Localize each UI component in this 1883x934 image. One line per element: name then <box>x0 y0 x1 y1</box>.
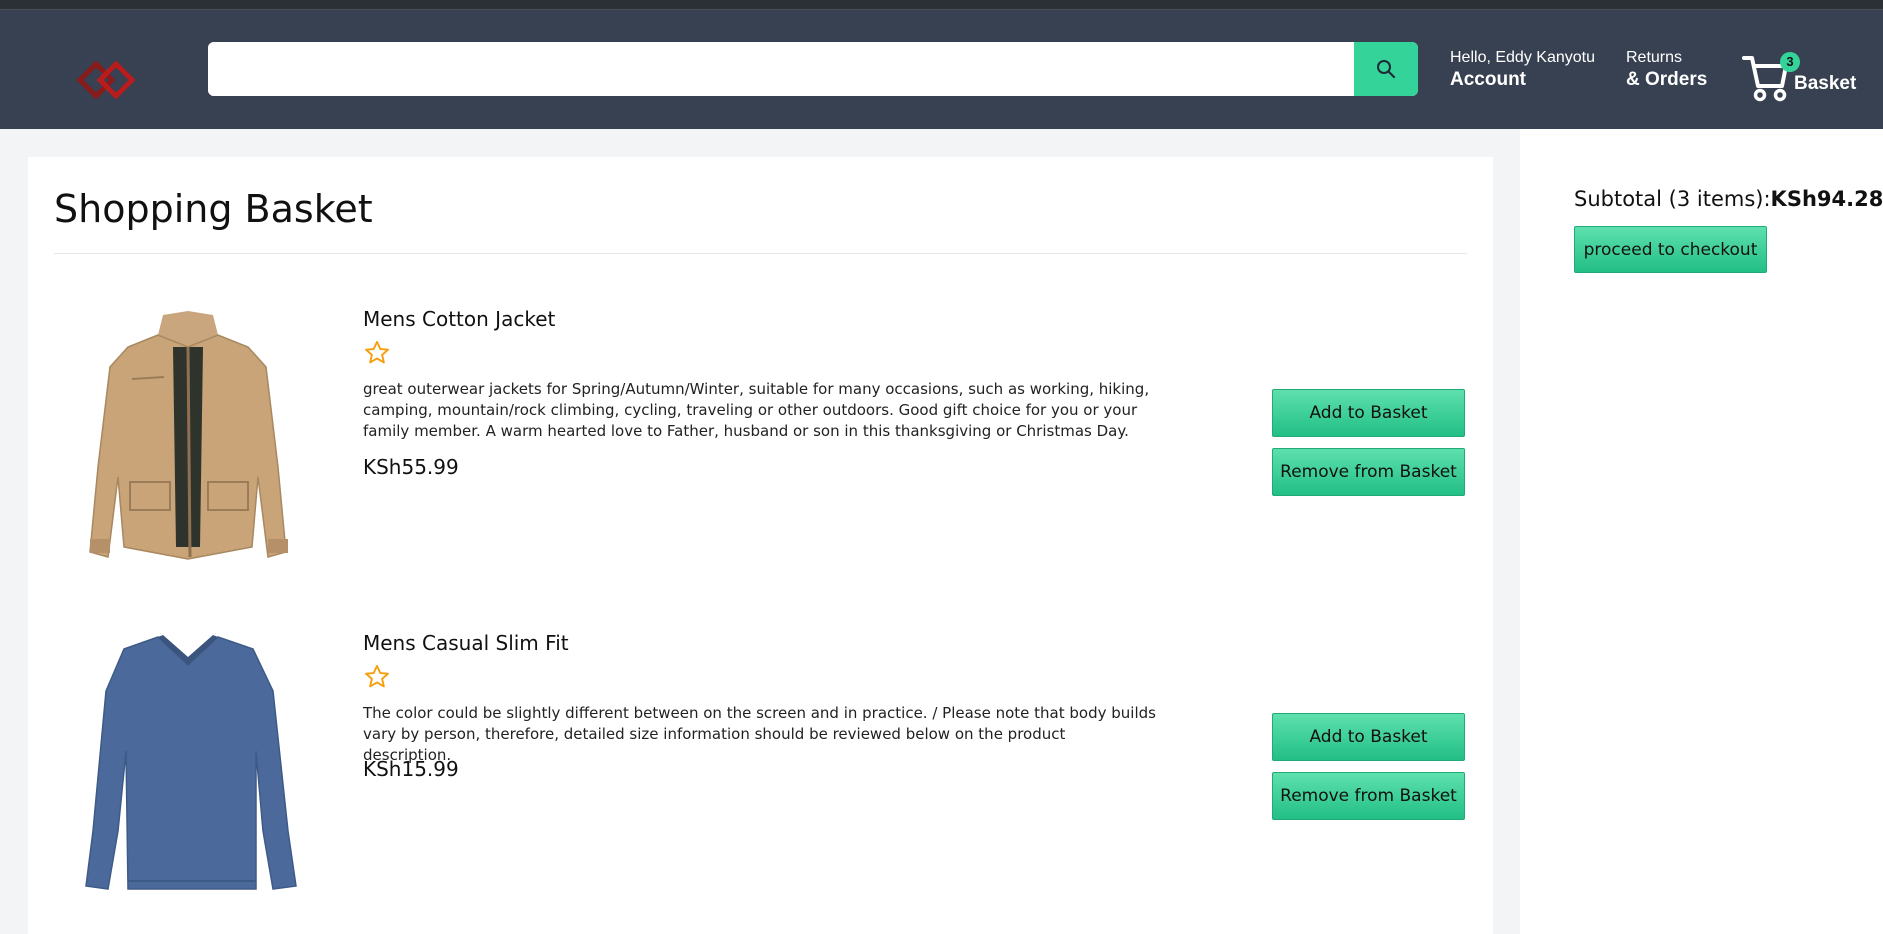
basket-item: Mens Cotton Jacket great outerwear jacke… <box>28 307 1493 607</box>
browser-top-edge <box>0 0 1883 10</box>
basket-link[interactable]: 3 Basket <box>1742 48 1862 104</box>
page-title: Shopping Basket <box>54 187 373 231</box>
product-price: KSh55.99 <box>363 455 459 479</box>
basket-count-badge: 3 <box>1780 52 1800 72</box>
star-outline-icon <box>363 663 391 691</box>
remove-from-basket-button[interactable]: Remove from Basket <box>1272 772 1465 820</box>
product-description: great outerwear jackets for Spring/Autum… <box>363 380 1150 440</box>
product-title[interactable]: Mens Casual Slim Fit <box>363 631 569 655</box>
basket-panel: Shopping Basket Mens Cotton Jacket great… <box>28 157 1493 934</box>
orders-label: & Orders <box>1626 69 1708 90</box>
returns-label: Returns <box>1626 49 1683 66</box>
product-title[interactable]: Mens Cotton Jacket <box>363 307 555 331</box>
account-link[interactable]: Hello, Eddy Kanyotu Account <box>1450 48 1595 92</box>
star-outline-icon <box>363 339 391 367</box>
account-label: Account <box>1450 69 1526 90</box>
add-to-basket-button[interactable]: Add to Basket <box>1272 713 1465 761</box>
search-input[interactable] <box>208 42 1354 96</box>
proceed-to-checkout-button[interactable]: proceed to checkout <box>1574 226 1767 273</box>
product-price: KSh15.99 <box>363 757 459 781</box>
remove-from-basket-button[interactable]: Remove from Basket <box>1272 448 1465 496</box>
subtotal-panel: Subtotal (3 items):KSh94.28 proceed to c… <box>1520 129 1883 934</box>
diamond-logo-icon[interactable] <box>76 58 138 106</box>
product-image-shirt <box>68 631 308 901</box>
basket-label: Basket <box>1794 73 1857 94</box>
product-description: The color could be slightly different be… <box>363 704 1156 764</box>
site-header: Hello, Eddy Kanyotu Account Returns & Or… <box>0 10 1883 129</box>
returns-orders-link[interactable]: Returns & Orders <box>1626 48 1707 92</box>
product-image-jacket <box>68 307 308 577</box>
search-button[interactable] <box>1354 42 1418 96</box>
subtotal-label: Subtotal (3 items): <box>1574 187 1771 211</box>
add-to-basket-button[interactable]: Add to Basket <box>1272 389 1465 437</box>
title-divider <box>54 253 1467 254</box>
basket-item: Mens Casual Slim Fit The color could be … <box>28 631 1493 931</box>
subtotal-value: KSh94.28 <box>1770 187 1883 211</box>
search-icon <box>1377 60 1396 79</box>
subtotal: Subtotal (3 items):KSh94.28 <box>1574 187 1883 211</box>
search-bar <box>208 42 1418 96</box>
account-greeting: Hello, Eddy Kanyotu <box>1450 49 1595 66</box>
